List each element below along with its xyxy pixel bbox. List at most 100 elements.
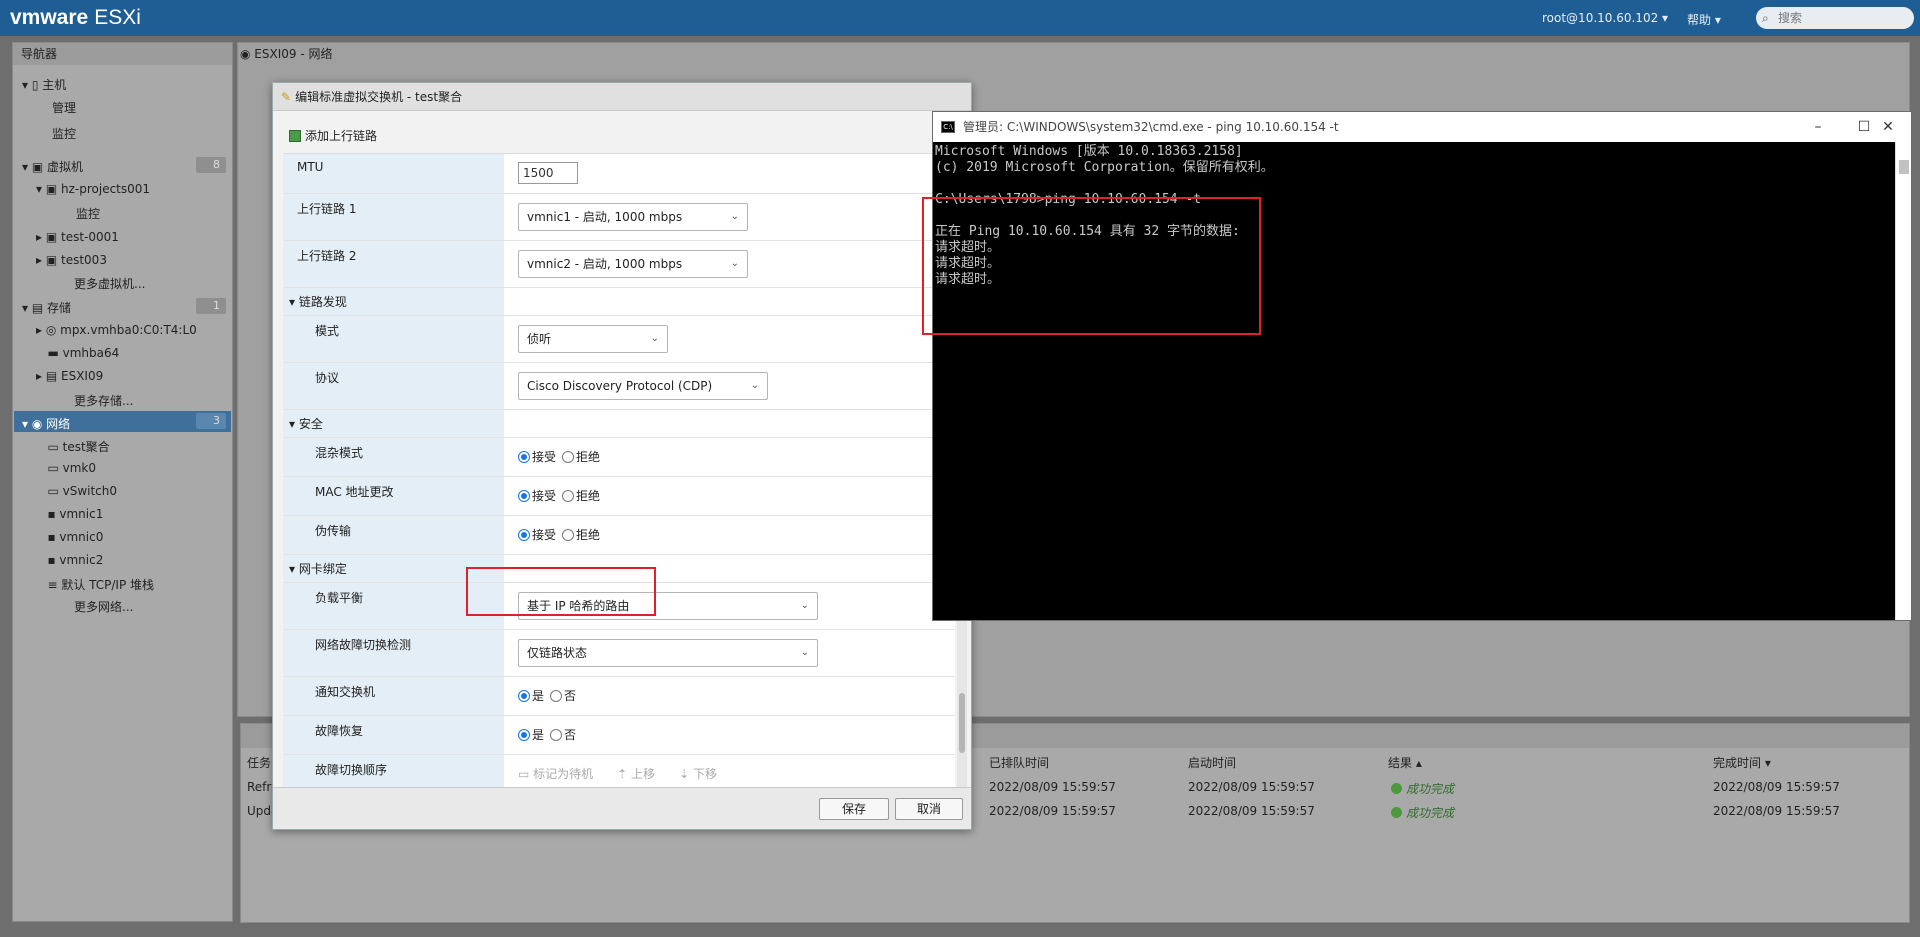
failback-yes-radio[interactable]: 是 xyxy=(518,728,544,742)
nav-storage[interactable]: ▾ ▤ 存储 xyxy=(22,299,71,316)
mtu-label: MTU xyxy=(283,154,504,193)
protocol-row: 协议 Cisco Discovery Protocol (CDP) ⌄ xyxy=(283,363,955,410)
failback-no-radio[interactable]: 否 xyxy=(550,728,576,742)
link-discovery-header[interactable]: ▾ 链路发现 xyxy=(283,288,504,315)
mac-changes-row: MAC 地址更改 接受 拒绝 xyxy=(283,477,955,516)
chevron-down-icon: ⌄ xyxy=(800,600,809,611)
user-menu[interactable]: root@10.10.60.102 ▾ xyxy=(1542,11,1668,25)
success-icon xyxy=(1391,783,1402,794)
help-menu[interactable]: 帮助 ▾ xyxy=(1687,11,1721,28)
nav-more-networks[interactable]: 更多网络... xyxy=(74,598,133,615)
task-completed: 2022/08/09 15:59:57 xyxy=(1713,780,1840,794)
security-section[interactable]: ▾ 安全 xyxy=(283,410,955,438)
nav-vm-hz-projects001[interactable]: ▾ ▣ hz-projects001 xyxy=(36,182,150,196)
mark-standby-button[interactable]: ▭ 标记为待机 xyxy=(518,767,605,781)
move-down-button[interactable]: ⇣ 下移 xyxy=(679,767,729,781)
nav-net-vmnic1[interactable]: ▪ vmnic1 xyxy=(36,507,103,521)
mac-reject-radio[interactable]: 拒绝 xyxy=(562,489,600,503)
dialog-footer: 保存 取消 xyxy=(273,787,971,829)
forged-row: 伪传输 接受 拒绝 xyxy=(283,516,955,555)
notify-yes-radio[interactable]: 是 xyxy=(518,689,544,703)
protocol-label: 协议 xyxy=(283,363,504,409)
move-up-button[interactable]: ⇡ 上移 xyxy=(617,767,667,781)
promiscuous-reject-radio[interactable]: 拒绝 xyxy=(562,450,600,464)
security-header[interactable]: ▾ 安全 xyxy=(283,410,504,437)
mtu-input[interactable]: 1500 xyxy=(518,162,578,184)
col-task[interactable]: 任务 xyxy=(247,754,271,771)
ping-output-highlight xyxy=(922,197,1261,335)
col-queued[interactable]: 已排队时间 xyxy=(989,754,1049,771)
cancel-button[interactable]: 取消 xyxy=(895,798,963,820)
cmd-title-bar: C:\ 管理员: C:\WINDOWS\system32\cmd.exe - p… xyxy=(933,112,1911,142)
search-input[interactable]: ⌕ 搜索 xyxy=(1756,7,1914,29)
scrollbar-thumb[interactable] xyxy=(959,693,965,753)
uplink1-select[interactable]: vmnic1 - 启动, 1000 mbps ⌄ xyxy=(518,203,748,231)
nav-storage-vmhba64[interactable]: ▬ vmhba64 xyxy=(36,346,119,360)
nav-net-tcpip[interactable]: ≡ 默认 TCP/IP 堆栈 xyxy=(36,576,154,593)
nav-net-vmnic0[interactable]: ▪ vmnic0 xyxy=(36,530,103,544)
mode-select[interactable]: 侦听 ⌄ xyxy=(518,325,668,353)
vm-count-badge: 8 xyxy=(196,157,226,173)
close-icon[interactable]: ✕ xyxy=(1865,112,1911,142)
add-uplink-button[interactable]: 添加上行链路 xyxy=(289,127,377,144)
edit-vswitch-dialog: ✎ 编辑标准虚拟交换机 - test聚合 添加上行链路 MTU 1500 上行链路… xyxy=(272,82,972,830)
save-button[interactable]: 保存 xyxy=(819,798,889,820)
cmd-scrollbar[interactable] xyxy=(1895,142,1911,620)
nav-net-vmnic2[interactable]: ▪ vmnic2 xyxy=(36,553,103,567)
uplink1-label: 上行链路 1 xyxy=(283,194,504,240)
promiscuous-accept-radio[interactable]: 接受 xyxy=(518,450,556,464)
promiscuous-label: 混杂模式 xyxy=(283,438,504,476)
cmd-line xyxy=(935,176,1895,192)
cmd-icon: C:\ xyxy=(941,121,955,133)
chevron-down-icon: ⌄ xyxy=(750,380,759,391)
task-completed: 2022/08/09 15:59:57 xyxy=(1713,804,1840,818)
notify-label: 通知交换机 xyxy=(283,677,504,715)
nav-more-storage[interactable]: 更多存储... xyxy=(74,392,133,409)
notify-row: 通知交换机 是否 xyxy=(283,677,955,716)
col-completed[interactable]: 完成时间 ▾ xyxy=(1713,754,1771,771)
promiscuous-row: 混杂模式 接受 拒绝 xyxy=(283,438,955,477)
forged-accept-radio[interactable]: 接受 xyxy=(518,528,556,542)
nav-storage-mpx[interactable]: ▸ ◎ mpx.vmhba0:C0:T4:L0 xyxy=(36,323,197,337)
nav-vm-test003[interactable]: ▸ ▣ test003 xyxy=(36,253,107,267)
nav-net-test-team[interactable]: ▭ test聚合 xyxy=(36,438,109,455)
col-started[interactable]: 启动时间 xyxy=(1188,754,1236,771)
notify-no-radio[interactable]: 否 xyxy=(550,689,576,703)
nav-net-vmk0[interactable]: ▭ vmk0 xyxy=(36,461,96,475)
navigator-title: 导航器 xyxy=(13,43,232,65)
nav-vm-test-0001[interactable]: ▸ ▣ test-0001 xyxy=(36,230,119,244)
nav-net-vswitch0[interactable]: ▭ vSwitch0 xyxy=(36,484,117,498)
task-result: 成功完成 xyxy=(1391,804,1454,821)
page-title: ◉ ESXI09 - 网络 xyxy=(240,47,333,61)
add-uplink-icon xyxy=(289,130,301,142)
chevron-down-icon: ⌄ xyxy=(650,333,659,344)
vmware-logo: vmware ESXi xyxy=(10,6,141,29)
nav-host-monitor[interactable]: 监控 xyxy=(52,125,76,142)
minimize-icon[interactable]: – xyxy=(1795,112,1841,142)
uplink2-select[interactable]: vmnic2 - 启动, 1000 mbps ⌄ xyxy=(518,250,748,278)
col-result[interactable]: 结果 ▴ xyxy=(1388,754,1422,771)
failover-detect-label: 网络故障切换检测 xyxy=(283,630,504,676)
mode-row: 模式 侦听 ⌄ xyxy=(283,316,955,363)
nav-host-manage[interactable]: 管理 xyxy=(52,99,76,116)
cmd-window: C:\ 管理员: C:\WINDOWS\system32\cmd.exe - p… xyxy=(932,111,1912,621)
nav-vms[interactable]: ▾ ▣ 虚拟机 xyxy=(22,158,83,175)
search-icon: ⌕ xyxy=(1762,11,1769,25)
dialog-title: ✎ 编辑标准虚拟交换机 - test聚合 xyxy=(273,83,971,111)
nav-host[interactable]: ▾ ▯ 主机 xyxy=(22,76,66,93)
link-discovery-section[interactable]: ▾ 链路发现 xyxy=(283,288,955,316)
nav-networking[interactable]: ▾ ◉ 网络 xyxy=(22,415,70,432)
nav-more-vms[interactable]: 更多虚拟机... xyxy=(74,275,145,292)
failover-detect-select[interactable]: 仅链路状态 ⌄ xyxy=(518,639,818,667)
uplink2-row: 上行链路 2 vmnic2 - 启动, 1000 mbps ⌄ xyxy=(283,241,955,288)
cmd-title-text: 管理员: C:\WINDOWS\system32\cmd.exe - ping … xyxy=(963,120,1339,134)
forged-reject-radio[interactable]: 拒绝 xyxy=(562,528,600,542)
cmd-scrollbar-thumb[interactable] xyxy=(1899,160,1909,174)
uplink1-row: 上行链路 1 vmnic1 - 启动, 1000 mbps ⌄ xyxy=(283,194,955,241)
task-started: 2022/08/09 15:59:57 xyxy=(1188,780,1315,794)
storage-count-badge: 1 xyxy=(196,298,226,314)
nav-storage-esxi09[interactable]: ▸ ▤ ESXI09 xyxy=(36,369,103,383)
mac-accept-radio[interactable]: 接受 xyxy=(518,489,556,503)
nav-vm-monitor[interactable]: 监控 xyxy=(76,205,100,222)
protocol-select[interactable]: Cisco Discovery Protocol (CDP) ⌄ xyxy=(518,372,768,400)
